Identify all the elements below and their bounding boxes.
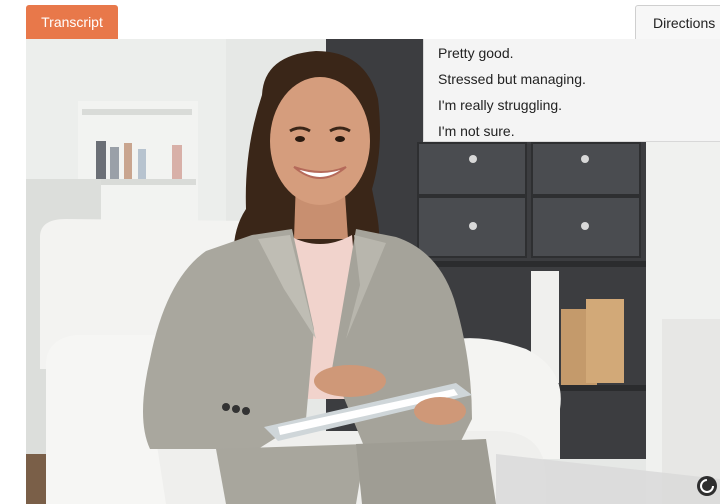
directions-tab[interactable]: Directions xyxy=(635,5,720,39)
directions-tab-label: Directions xyxy=(653,14,716,31)
transcript-button[interactable]: Transcript xyxy=(26,5,118,39)
response-option[interactable]: I'm really struggling. xyxy=(424,92,720,118)
response-option[interactable]: Stressed but managing. xyxy=(424,66,720,92)
response-option[interactable]: I'm not sure. xyxy=(424,118,720,144)
loading-spinner-icon xyxy=(696,475,718,497)
response-options-panel: Pretty good. Stressed but managing. I'm … xyxy=(423,39,720,142)
response-option[interactable]: Pretty good. xyxy=(424,40,720,66)
